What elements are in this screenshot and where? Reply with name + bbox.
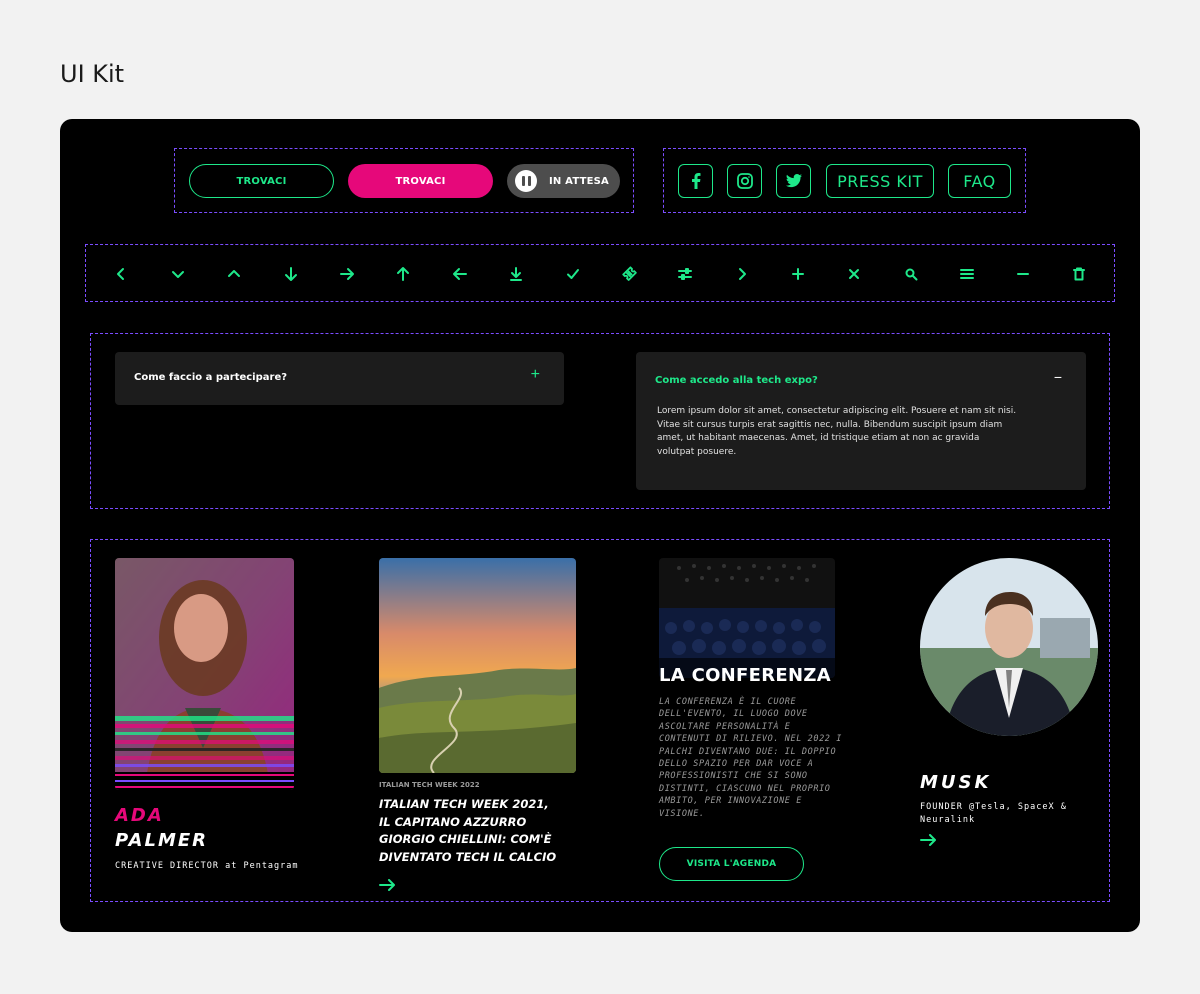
check-icon[interactable]	[562, 263, 584, 285]
chevron-up-icon[interactable]	[223, 263, 245, 285]
minus-icon[interactable]: −	[1054, 370, 1062, 384]
icon-set	[85, 244, 1115, 302]
conference-title: LA CONFERENZA	[659, 665, 831, 686]
speaker-photo	[115, 558, 294, 790]
guest-name: MUSK	[920, 772, 992, 793]
plus-icon[interactable]: +	[531, 367, 540, 383]
speaker-last-name: PALMER	[115, 830, 209, 851]
page-title: UI Kit	[60, 60, 125, 88]
cards-section: ADA PALMER CREATIVE DIRECTOR at Pentagra…	[90, 539, 1110, 902]
speaker-role: CREATIVE DIRECTOR at Pentagram	[115, 861, 299, 871]
ticket-icon[interactable]	[618, 263, 640, 285]
plus-icon[interactable]	[787, 263, 809, 285]
news-headline[interactable]: ITALIAN TECH WEEK 2021, IL CAPITANO AZZU…	[379, 796, 564, 866]
accordion-item-closed[interactable]: Come faccio a partecipare? +	[115, 352, 564, 405]
minus-icon[interactable]	[1012, 263, 1034, 285]
facebook-button[interactable]	[678, 164, 713, 198]
pause-button-label: IN ATTESA	[549, 175, 609, 187]
primary-button[interactable]: TROVACI	[348, 164, 493, 198]
faq-button[interactable]: FAQ	[948, 164, 1011, 198]
guest-photo	[920, 558, 1098, 736]
conference-photo	[659, 558, 835, 678]
instagram-icon	[736, 173, 753, 189]
sliders-icon[interactable]	[674, 263, 696, 285]
agenda-button[interactable]: VISITA L'AGENDA	[659, 847, 804, 881]
trash-icon[interactable]	[1068, 263, 1090, 285]
social-group: PRESS KIT FAQ	[663, 148, 1026, 213]
arrow-up-icon[interactable]	[392, 263, 414, 285]
accordion-title: Come faccio a partecipare?	[134, 372, 288, 383]
ui-kit-board: TROVACI TROVACI IN ATTESA PRESS KIT FAQ	[60, 119, 1140, 932]
close-icon[interactable]	[843, 263, 865, 285]
guest-role: FOUNDER @Tesla, SpaceX & Neuralink	[920, 802, 1067, 825]
download-icon[interactable]	[505, 263, 527, 285]
press-kit-button[interactable]: PRESS KIT	[826, 164, 934, 198]
menu-icon[interactable]	[956, 263, 978, 285]
instagram-button[interactable]	[727, 164, 762, 198]
arrow-right-icon[interactable]	[379, 878, 395, 891]
facebook-icon	[691, 173, 700, 189]
chevron-left-icon[interactable]	[110, 263, 132, 285]
twitter-icon	[785, 174, 802, 188]
arrow-right-icon[interactable]	[920, 833, 936, 846]
conference-body: LA CONFERENZA È IL CUORE DELL'EVENTO, IL…	[659, 697, 842, 819]
accordion-body: Lorem ipsum dolor sit amet, consectetur …	[657, 406, 1017, 457]
news-kicker: ITALIAN TECH WEEK 2022	[379, 781, 480, 789]
accordion-title: Come accedo alla tech expo?	[655, 375, 818, 386]
speaker-first-name: ADA	[115, 805, 164, 826]
accordion-section: Come faccio a partecipare? + Come accedo…	[90, 333, 1110, 509]
pause-icon	[515, 170, 537, 192]
accordion-item-open[interactable]: Come accedo alla tech expo? − Lorem ipsu…	[636, 352, 1086, 490]
news-photo[interactable]	[379, 558, 576, 773]
chevron-down-icon[interactable]	[167, 263, 189, 285]
arrow-down-icon[interactable]	[280, 263, 302, 285]
twitter-button[interactable]	[776, 164, 811, 198]
search-icon[interactable]	[900, 263, 922, 285]
chevron-right-icon[interactable]	[731, 263, 753, 285]
outline-button[interactable]: TROVACI	[189, 164, 334, 198]
pause-button[interactable]: IN ATTESA	[507, 164, 620, 198]
buttons-group: TROVACI TROVACI IN ATTESA	[174, 148, 634, 213]
arrow-right-icon[interactable]	[336, 263, 358, 285]
arrow-left-icon[interactable]	[449, 263, 471, 285]
